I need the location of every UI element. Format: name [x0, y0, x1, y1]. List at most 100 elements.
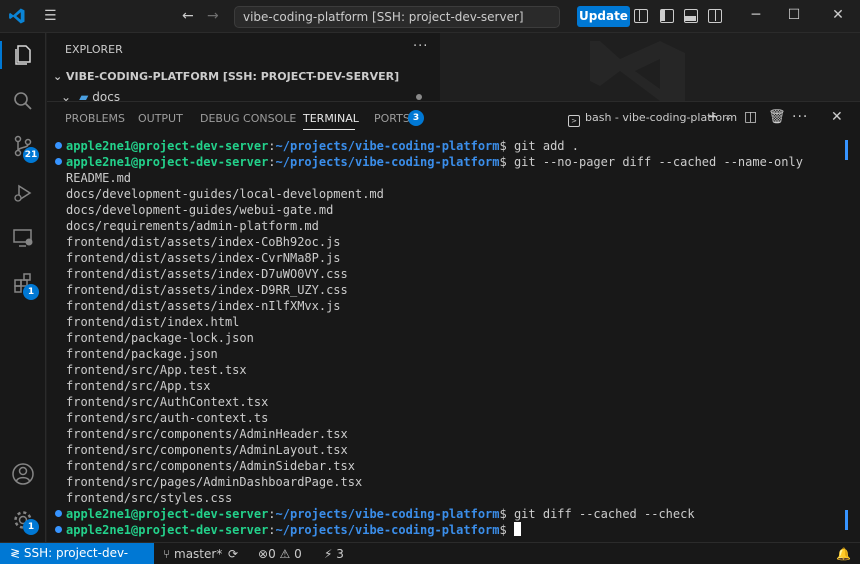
command-text: git add .: [513, 139, 579, 153]
run-debug-icon[interactable]: [11, 181, 35, 205]
output-line: frontend/src/components/AdminHeader.tsx: [66, 427, 348, 441]
terminal-cursor: [513, 522, 521, 536]
output-line: frontend/package.json: [66, 347, 218, 361]
chevron-down-icon: ⌄: [53, 70, 67, 83]
terminal-icon: >: [568, 115, 580, 127]
remote-indicator[interactable]: ≷ SSH: project-dev-server: [0, 543, 154, 564]
sync-icon[interactable]: ⟳: [228, 546, 238, 562]
active-indicator: [0, 41, 2, 69]
vscode-logo-icon: [9, 8, 25, 24]
prompt-path: ~/projects/vibe-coding-platform: [275, 507, 500, 521]
tab-debug-console[interactable]: DEBUG CONSOLE: [200, 112, 296, 125]
branch-label: master*: [174, 547, 223, 561]
source-control-badge: 21: [23, 147, 39, 163]
command-decoration-icon: [55, 526, 62, 533]
toggle-secondary-sidebar-icon[interactable]: [708, 9, 722, 23]
panel-tab-bar: PROBLEMS OUTPUT DEBUG CONSOLE TERMINAL P…: [47, 102, 860, 134]
warning-icon: ⚠: [279, 547, 291, 561]
workspace-name: VIBE-CODING-PLATFORM [SSH: PROJECT-DEV-S…: [66, 70, 400, 83]
terminal-output[interactable]: apple2ne1@project-dev-server:~/projects/…: [55, 138, 840, 543]
command-text: git diff --cached --check: [513, 507, 695, 521]
output-line: frontend/package-lock.json: [66, 331, 254, 345]
update-button[interactable]: Update: [577, 6, 630, 27]
warning-count: 0: [294, 547, 302, 561]
output-line: frontend/dist/index.html: [66, 315, 240, 329]
new-terminal-icon[interactable]: +: [707, 109, 719, 125]
forward-arrow-icon[interactable]: →: [207, 8, 219, 24]
problems-status[interactable]: ⊗0 ⚠ 0: [258, 546, 302, 562]
scroll-marker: [845, 140, 848, 160]
output-line: frontend/src/pages/AdminDashboardPage.ts…: [66, 475, 363, 489]
output-line: docs/development-guides/webui-gate.md: [66, 203, 334, 217]
split-terminal-icon[interactable]: ◫: [744, 109, 757, 125]
ports-count: 3: [336, 547, 344, 561]
error-count: 0: [268, 547, 276, 561]
output-line: frontend/dist/assets/index-D7uWO0VY.css: [66, 267, 348, 281]
toggle-primary-sidebar-icon[interactable]: [660, 9, 674, 23]
activity-bar: 21 1 1: [0, 33, 46, 542]
error-icon: ⊗: [258, 547, 269, 561]
output-line: frontend/dist/assets/index-CvrNMa8P.js: [66, 251, 341, 265]
workspace-header[interactable]: ⌄ VIBE-CODING-PLATFORM [SSH: PROJECT-DEV…: [53, 70, 399, 83]
bottom-panel: PROBLEMS OUTPUT DEBUG CONSOLE TERMINAL P…: [47, 101, 860, 542]
terminal-line: apple2ne1@project-dev-server:~/projects/…: [55, 138, 840, 154]
tab-problems[interactable]: PROBLEMS: [65, 112, 125, 125]
close-icon[interactable]: ✕: [830, 7, 846, 23]
ports-icon: ⚡: [324, 547, 337, 561]
modified-dot-icon: [416, 94, 422, 100]
close-panel-icon[interactable]: ✕: [831, 109, 843, 125]
branch-icon: ⑂: [163, 547, 175, 561]
output-line: frontend/dist/assets/index-nIlfXMvx.js: [66, 299, 341, 313]
output-line: frontend/src/App.test.tsx: [66, 363, 247, 377]
scroll-marker: [845, 510, 848, 530]
command-text: git --no-pager diff --cached --name-only: [513, 155, 803, 169]
notifications-bell-icon[interactable]: 🔔: [836, 546, 851, 562]
editor-area: [440, 33, 860, 101]
remote-label: SSH: project-dev-server: [23, 546, 129, 560]
terminal-line: apple2ne1@project-dev-server:~/projects/…: [55, 506, 840, 522]
tab-terminal[interactable]: TERMINAL: [303, 112, 359, 125]
output-line: README.md: [66, 171, 132, 185]
output-line: frontend/src/auth-context.ts: [66, 411, 269, 425]
output-line: frontend/dist/assets/index-D9RR_UZY.css: [66, 283, 348, 297]
output-line: frontend/src/App.tsx: [66, 379, 211, 393]
branch-status[interactable]: ⑂ master*: [163, 546, 222, 562]
menu-icon[interactable]: ☰: [44, 9, 58, 23]
kill-terminal-icon[interactable]: 🗑: [768, 109, 786, 125]
manage-badge: 1: [23, 519, 39, 535]
minimize-icon[interactable]: ─: [748, 7, 764, 23]
explorer-icon[interactable]: [11, 43, 35, 67]
active-tab-underline: [303, 129, 355, 130]
ports-status[interactable]: ⚡ 3: [324, 546, 344, 562]
back-arrow-icon[interactable]: ←: [182, 8, 194, 24]
terminal-scrollbar[interactable]: [845, 140, 849, 540]
terminal-line: apple2ne1@project-dev-server:~/projects/…: [55, 522, 840, 538]
explorer-sidebar: EXPLORER ··· ⌄ VIBE-CODING-PLATFORM [SSH…: [47, 33, 440, 104]
output-line: docs/requirements/admin-platform.md: [66, 219, 319, 233]
maximize-icon[interactable]: ☐: [786, 7, 802, 23]
search-icon[interactable]: [11, 89, 35, 113]
command-center-input[interactable]: vibe-coding-platform [SSH: project-dev-s…: [234, 6, 560, 28]
more-actions-icon[interactable]: ···: [413, 39, 428, 54]
prompt-user: apple2ne1@project-dev-server: [66, 507, 269, 521]
explorer-title: EXPLORER: [65, 43, 123, 56]
customize-layout-icon[interactable]: [634, 9, 648, 23]
extensions-badge: 1: [23, 284, 39, 300]
more-actions-icon[interactable]: ···: [792, 109, 808, 125]
title-bar: ☰ ← → vibe-coding-platform [SSH: project…: [0, 0, 860, 33]
tab-output[interactable]: OUTPUT: [138, 112, 183, 125]
command-decoration-icon: [55, 510, 62, 517]
command-decoration-icon: [55, 158, 62, 165]
account-icon[interactable]: [11, 462, 35, 486]
output-line: frontend/src/AuthContext.tsx: [66, 395, 269, 409]
status-bar: ≷ SSH: project-dev-server ⑂ master* ⟳ ⊗0…: [0, 542, 860, 564]
toggle-panel-icon[interactable]: [684, 9, 698, 23]
tab-ports[interactable]: PORTS: [374, 112, 410, 125]
vscode-watermark-icon: [590, 41, 685, 101]
chevron-down-icon[interactable]: ⌄: [724, 112, 732, 123]
output-line: frontend/dist/assets/index-CoBh92oc.js: [66, 235, 341, 249]
remote-explorer-icon[interactable]: [11, 226, 35, 250]
prompt-path: ~/projects/vibe-coding-platform: [275, 523, 500, 537]
prompt-path: ~/projects/vibe-coding-platform: [275, 155, 500, 169]
prompt-user: apple2ne1@project-dev-server: [66, 155, 269, 169]
